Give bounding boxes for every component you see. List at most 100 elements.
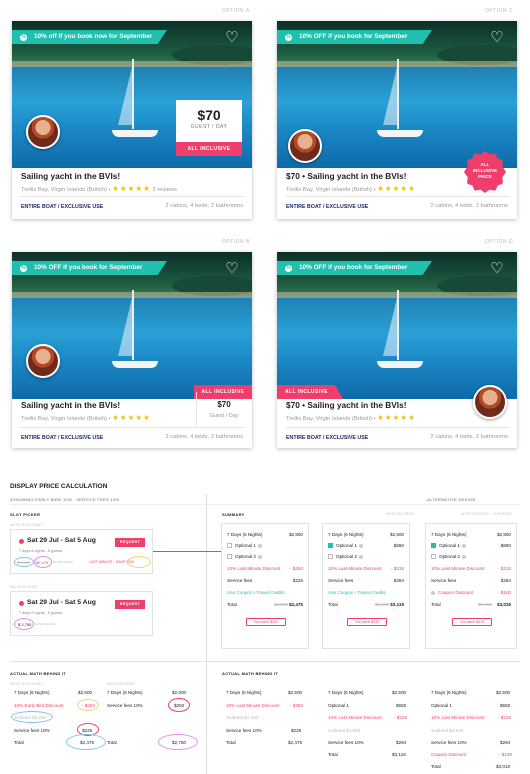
math-heading-right: ACTUAL MATH BEHIND IT [222, 671, 279, 676]
info-icon [257, 543, 262, 548]
m5-coupon-value: - $100 [499, 752, 513, 757]
listing-card-option-a[interactable]: % 10% off if you book now for September ♡… [12, 21, 252, 219]
exclusive-use: ENTIRE BOAT / EXCLUSIVE USE [21, 435, 104, 441]
heart-icon[interactable]: ♡ [489, 30, 505, 45]
m3-total-value: $2,475 [288, 740, 303, 745]
optional-2[interactable]: Optional 2 [328, 554, 363, 560]
listing-card-option-d[interactable]: % 10% OFF if you book for September ♡ ALL… [277, 252, 517, 448]
row-fees-value: $284 [393, 578, 404, 583]
m5-fees-value: $284 [500, 740, 511, 745]
m5-fees: Service fees 10% [431, 740, 467, 745]
reviews-link: 3 reviews [152, 187, 177, 193]
math-heading-left: ACTUAL MATH BEHIND IT [10, 671, 67, 676]
m4-fees-value: $284 [396, 740, 407, 745]
row-nights: 7 Days (6 Nights) [431, 532, 467, 537]
optional-1[interactable]: Optional 1 [328, 543, 363, 549]
exclusive-use: ENTIRE BOAT / EXCLUSIVE USE [286, 204, 369, 210]
all-inclusive-badge: ALL INCLUSIVE [176, 142, 242, 156]
exclusive-use: ENTIRE BOAT / EXCLUSIVE USE [286, 435, 369, 441]
price-unit: Guest / Day [209, 413, 239, 419]
summary-card-extras: 7 Days (6 Nights) $2,500 Optional 1 $650… [322, 523, 410, 649]
row-fees: Service fees [431, 578, 457, 583]
specs: 2 cabins, 4 beds, 2 bathrooms [165, 434, 243, 440]
listing-card-option-c[interactable]: % 10% OFF if you book for September ♡ ALL… [277, 21, 517, 219]
option-c-label: OPTION C [485, 8, 514, 14]
row-fees: Service fees [227, 578, 253, 583]
avatar[interactable] [473, 385, 507, 419]
you-save-badge: You save $315 [347, 618, 387, 626]
row-discount-value: - $315 [497, 566, 511, 571]
listing-title[interactable]: $70 • Sailing yacht in the BVIs! [286, 400, 406, 410]
promo-ribbon: % 10% OFF if you book for September [277, 30, 432, 44]
avatar[interactable] [26, 344, 60, 378]
summary-label: SUMMARY [222, 512, 245, 517]
coupon-value: - $100 [497, 590, 511, 595]
option-a-label: OPTION A [222, 8, 250, 14]
request-button[interactable]: REQUEST [115, 538, 145, 547]
info-icon [461, 543, 466, 548]
calendar-dot-icon [19, 539, 24, 544]
listing-title[interactable]: Sailing yacht in the BVIs! [21, 171, 120, 181]
option-b-label: OPTION B [222, 239, 250, 245]
row-discount: 10% Last Minute Discount [227, 566, 281, 571]
m3-nights: 7 Days (6 Nights) [226, 690, 262, 695]
m1-discount: 10% Early Bird Discount [14, 703, 64, 708]
location-line: Trellis Bay, Virgin Islands (British) • … [286, 184, 416, 193]
checkbox-icon [431, 554, 436, 560]
tag-icon: % [20, 264, 27, 272]
row-fees-value: $225 [292, 578, 303, 583]
summary-card: 7 Days (6 Nights) $2,500 Optional 1 Opti… [221, 523, 309, 649]
row-discount: 10% Last Minute Discount [431, 566, 485, 571]
m4-optional-value: $650 [396, 703, 407, 708]
row-fees: Service fees [328, 578, 354, 583]
star-rating: ★★★★★ [112, 184, 151, 193]
yacht-photo: % 10% OFF if you book for September ♡ ALL… [12, 252, 252, 399]
exclusive-use: ENTIRE BOAT / EXCLUSIVE USE [21, 204, 104, 210]
heart-icon[interactable]: ♡ [489, 261, 505, 276]
star-rating: ★★★★★ [377, 413, 416, 422]
heart-icon[interactable]: ♡ [224, 261, 240, 276]
all-inclusive-badge: ALL INCLUSIVE [194, 385, 252, 399]
listing-card-option-b[interactable]: % 10% OFF if you book for September ♡ ALL… [12, 252, 252, 448]
with-extras-coupon-label: WITH EXTRAS + COUPON [461, 512, 512, 516]
slot-card-discount[interactable]: Sat 29 Jul - Sat 5 Aug REQUEST 7 days 6 … [10, 529, 153, 574]
price: $70 [217, 400, 231, 409]
avatar[interactable] [26, 115, 60, 149]
m4-discount: 10% Last Minute Discount [328, 715, 382, 720]
coupon-link[interactable]: Use Coupon / Travel Credits [328, 590, 386, 595]
heart-icon[interactable]: ♡ [224, 30, 240, 45]
promo-ribbon: % 10% off if you book now for September [12, 30, 167, 44]
row-total-value: $2,475 [288, 602, 303, 607]
row-nights-value: $2,500 [288, 532, 303, 537]
with-discount-label: WITH DISCOUNT [10, 523, 43, 527]
m3-nights-value: $2,500 [288, 690, 303, 695]
m3-fees-value: $225 [291, 728, 302, 733]
m1-nights: 7 Days (6 Nights) [14, 690, 50, 695]
no-discount-label: NO DISCOUNT [10, 585, 39, 589]
listing-title[interactable]: Sailing yacht in the BVIs! [21, 400, 120, 410]
slot-card-no-discount[interactable]: Sat 29 Jul - Sat 5 Aug REQUEST 7 days 6 … [10, 591, 153, 636]
star-rating: ★★★★★ [112, 413, 151, 422]
optional-2[interactable]: Optional 2 [431, 554, 466, 560]
math-with-discount-label: WITH DISCOUNT [10, 682, 43, 686]
coupon-row[interactable]: Coupon Discount [431, 590, 473, 595]
row-nights-value: $2,500 [389, 532, 404, 537]
yacht-photo: % 10% OFF if you book for September ♡ ALL… [277, 252, 517, 399]
coupon-link[interactable]: Use Coupon / Travel Credits [227, 590, 285, 595]
m3-subtotal: Subtotal $2,250 [226, 715, 259, 720]
slot-date: Sat 29 Jul - Sat 5 Aug [27, 599, 96, 606]
listing-title[interactable]: $70 • Sailing yacht in the BVIs! [286, 171, 406, 181]
row-total-value: $3,119 [390, 602, 404, 607]
m5-optional: Optional 1 [431, 703, 452, 708]
optional-2[interactable]: Optional 2 [227, 554, 262, 560]
m3-discount: 10% Last Minute Discount [226, 703, 280, 708]
optional-1[interactable]: Optional 1 [431, 543, 466, 549]
tag-icon: % [285, 264, 292, 272]
info-icon [358, 554, 363, 559]
info-icon [461, 554, 466, 559]
optional-1[interactable]: Optional 1 [227, 543, 262, 549]
location-line: Trellis Bay, Virgin Islands (British) • … [21, 184, 177, 193]
row-total: Total [431, 602, 441, 607]
avatar[interactable] [288, 129, 322, 163]
request-button[interactable]: REQUEST [115, 600, 145, 609]
